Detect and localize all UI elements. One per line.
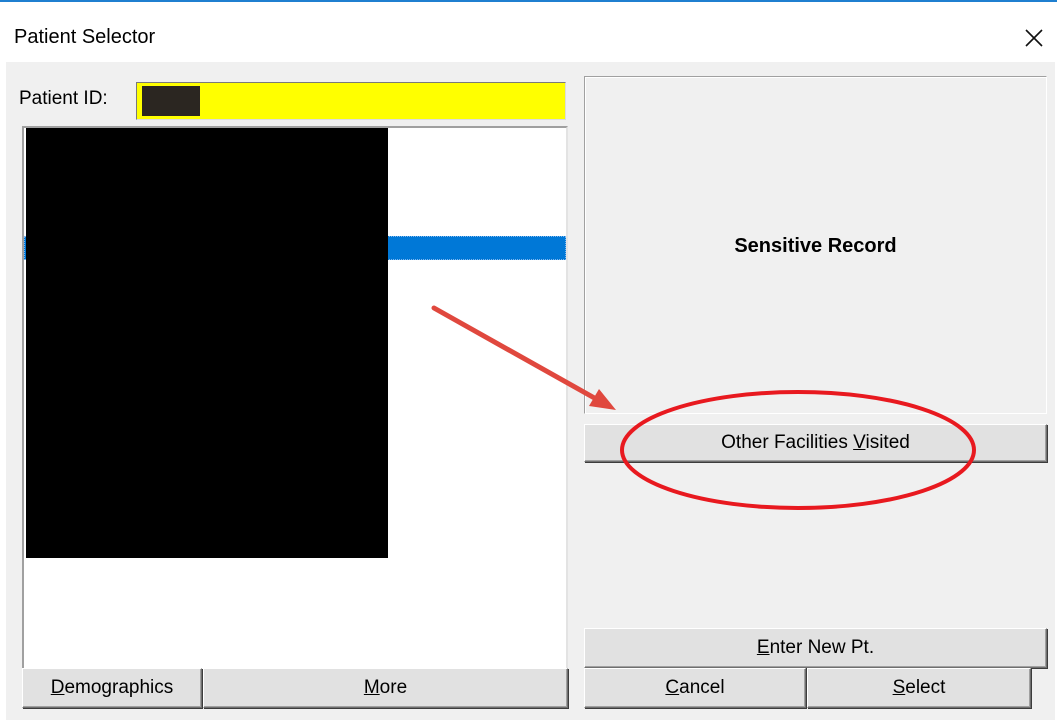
demographics-button[interactable]: Demographics: [22, 668, 202, 708]
sensitive-record-text: Sensitive Record: [734, 235, 897, 257]
demographics-label: Demographics: [50, 677, 174, 698]
cancel-button[interactable]: Cancel: [584, 668, 806, 708]
sensitive-record-panel: Sensitive Record: [584, 76, 1047, 414]
close-button[interactable]: [1014, 18, 1054, 58]
title-bar: Patient Selector: [0, 2, 1057, 60]
patient-list[interactable]: [22, 126, 568, 686]
patient-id-label: Patient ID:: [19, 88, 108, 109]
close-icon: [1025, 29, 1043, 47]
patient-id-redaction: [142, 86, 200, 116]
enter-new-pt-button[interactable]: Enter New Pt.: [584, 628, 1047, 668]
select-label: Select: [892, 677, 946, 698]
more-label: More: [363, 677, 408, 698]
patient-id-input[interactable]: [136, 82, 566, 120]
other-facilities-label: Other Facilities Visited: [721, 432, 910, 453]
dialog-body: Patient ID: Demographics More Sensitive …: [6, 62, 1055, 720]
more-button[interactable]: More: [203, 668, 568, 708]
window-title: Patient Selector: [14, 26, 156, 48]
cancel-label: Cancel: [665, 677, 725, 698]
redacted-area: [26, 128, 388, 558]
other-facilities-visited-button[interactable]: Other Facilities Visited: [584, 424, 1047, 462]
select-button[interactable]: Select: [807, 668, 1031, 708]
enter-new-pt-label: Enter New Pt.: [756, 637, 875, 658]
